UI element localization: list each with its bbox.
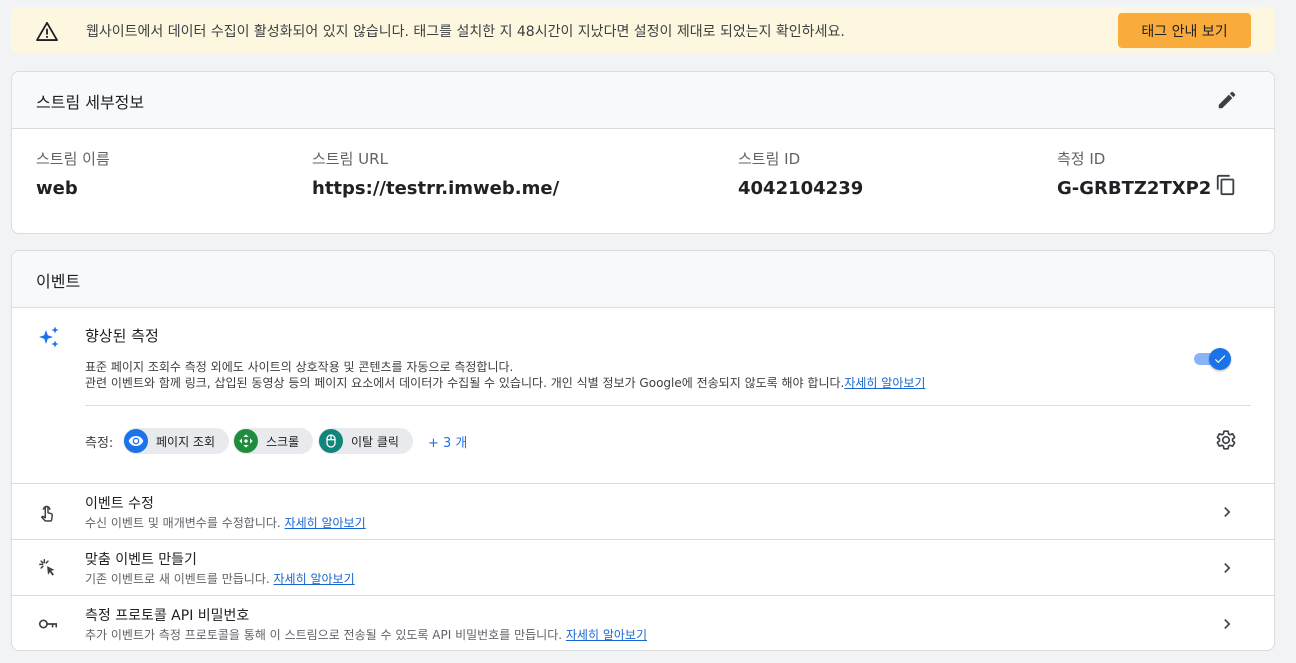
- gear-icon[interactable]: [1215, 429, 1237, 451]
- row-api-secrets-subtitle: 추가 이벤트가 측정 프로토콜을 통해 이 스트림으로 전송될 수 있도록 AP…: [85, 626, 647, 643]
- chip-page-view-label: 페이지 조회: [156, 434, 216, 449]
- stream-url-field: 스트림 URL https://testrr.imweb.me/: [312, 148, 559, 199]
- copy-icon[interactable]: [1215, 174, 1237, 196]
- description-line-2: 관련 이벤트와 함께 링크, 삽입된 동영상 등의 페이지 요소에서 데이터가 …: [85, 375, 925, 391]
- stream-id-value: 4042104239: [738, 178, 864, 199]
- stream-details-card: 스트림 세부정보 스트림 이름 web 스트림 URL https://test…: [11, 71, 1275, 234]
- sparkle-icon: [39, 326, 59, 348]
- row-api-secrets-learn-more-link[interactable]: 자세히 알아보기: [566, 628, 647, 642]
- row-edit-events-title: 이벤트 수정: [85, 496, 154, 512]
- chip-scroll[interactable]: 스크롤: [233, 428, 314, 454]
- events-header: 이벤트: [12, 251, 1274, 308]
- measurement-label: 측정:: [85, 436, 114, 451]
- chip-page-view[interactable]: 페이지 조회: [123, 428, 230, 454]
- row-edit-events-subtitle-text: 수신 이벤트 및 매개변수를 수정합니다.: [85, 516, 281, 530]
- measurement-id-label: 측정 ID: [1057, 150, 1106, 168]
- touch-icon: [41, 505, 53, 522]
- events-card: 이벤트 향상된 측정 표준 페이지 조회수 측정 외에도 사이트의 상호작용 및…: [11, 250, 1275, 651]
- warning-message: 웹사이트에서 데이터 수집이 활성화되어 있지 않습니다. 태그를 설치한 지 …: [86, 24, 845, 40]
- row-create-custom-events-learn-more-link[interactable]: 자세히 알아보기: [274, 572, 355, 586]
- enhanced-learn-more-link[interactable]: 자세히 알아보기: [844, 376, 925, 390]
- description-line-1: 표준 페이지 조회수 측정 외에도 사이트의 상호작용 및 콘텐츠를 자동으로 …: [85, 360, 514, 374]
- row-api-secrets-title: 측정 프로토콜 API 비밀번호: [85, 608, 250, 624]
- measurement-id-field: 측정 ID G-GRBTZ2TXP2: [1057, 148, 1211, 199]
- stream-name-label: 스트림 이름: [36, 150, 110, 168]
- row-measurement-protocol-api-secrets[interactable]: 측정 프로토콜 API 비밀번호 추가 이벤트가 측정 프로토콜을 통해 이 스…: [12, 595, 1274, 650]
- edit-icon[interactable]: [1216, 89, 1238, 111]
- stream-name-value: web: [36, 178, 78, 199]
- stream-url-value: https://testrr.imweb.me/: [312, 178, 560, 199]
- click-icon: [39, 559, 55, 576]
- chip-scroll-label: 스크롤: [266, 434, 300, 449]
- chevron-right-icon: [1224, 563, 1231, 573]
- measurement-id-value: G-GRBTZ2TXP2: [1057, 178, 1212, 199]
- key-icon: [38, 619, 58, 629]
- stream-details-title: 스트림 세부정보: [36, 93, 145, 112]
- data-collection-warning-banner: 웹사이트에서 데이터 수집이 활성화되어 있지 않습니다. 태그를 설치한 지 …: [11, 7, 1275, 53]
- eye-icon: [124, 429, 148, 453]
- tag-guide-button[interactable]: 태그 안내 보기: [1118, 13, 1251, 48]
- enhanced-measurement-title: 향상된 측정: [85, 327, 159, 345]
- chevron-right-icon: [1224, 619, 1231, 629]
- enhanced-measurement-section: 향상된 측정 표준 페이지 조회수 측정 외에도 사이트의 상호작용 및 콘텐츠…: [12, 308, 1274, 483]
- row-create-custom-events-subtitle-text: 기존 이벤트로 새 이벤트를 만듭니다.: [85, 572, 270, 586]
- chevron-right-icon: [1224, 507, 1231, 517]
- row-edit-events-subtitle: 수신 이벤트 및 매개변수를 수정합니다. 자세히 알아보기: [85, 514, 366, 531]
- stream-id-label: 스트림 ID: [738, 150, 801, 168]
- description-line-2-text: 관련 이벤트와 함께 링크, 삽입된 동영상 등의 페이지 요소에서 데이터가 …: [85, 376, 845, 390]
- row-edit-events[interactable]: 이벤트 수정 수신 이벤트 및 매개변수를 수정합니다. 자세히 알아보기: [12, 483, 1274, 539]
- row-edit-events-learn-more-link[interactable]: 자세히 알아보기: [285, 516, 366, 530]
- enhanced-measurement-description: 표준 페이지 조회수 측정 외에도 사이트의 상호작용 및 콘텐츠를 자동으로 …: [85, 359, 925, 391]
- stream-name-field: 스트림 이름 web: [36, 148, 110, 199]
- row-create-custom-events-title: 맞춤 이벤트 만들기: [85, 552, 197, 568]
- toggle-knob: [1209, 348, 1231, 370]
- stream-id-field: 스트림 ID 4042104239: [738, 148, 863, 199]
- enhanced-measurement-toggle[interactable]: [1194, 347, 1232, 371]
- stream-details-header: 스트림 세부정보: [12, 72, 1274, 129]
- row-create-custom-events-subtitle: 기존 이벤트로 새 이벤트를 만듭니다. 자세히 알아보기: [85, 570, 355, 587]
- events-title: 이벤트: [36, 272, 81, 291]
- scroll-icon: [234, 429, 258, 453]
- chip-outbound-click-label: 이탈 클릭: [351, 434, 399, 449]
- row-create-custom-events[interactable]: 맞춤 이벤트 만들기 기존 이벤트로 새 이벤트를 만듭니다. 자세히 알아보기: [12, 539, 1274, 595]
- mouse-icon: [319, 429, 343, 453]
- more-measurements-link[interactable]: + 3 개: [428, 432, 467, 451]
- section-divider: [85, 405, 1251, 406]
- row-api-secrets-subtitle-text: 추가 이벤트가 측정 프로토콜을 통해 이 스트림으로 전송될 수 있도록 AP…: [85, 628, 563, 642]
- chip-outbound-click[interactable]: 이탈 클릭: [318, 428, 413, 454]
- check-icon: [1214, 355, 1226, 364]
- stream-url-label: 스트림 URL: [312, 150, 388, 168]
- warning-icon: [36, 21, 58, 41]
